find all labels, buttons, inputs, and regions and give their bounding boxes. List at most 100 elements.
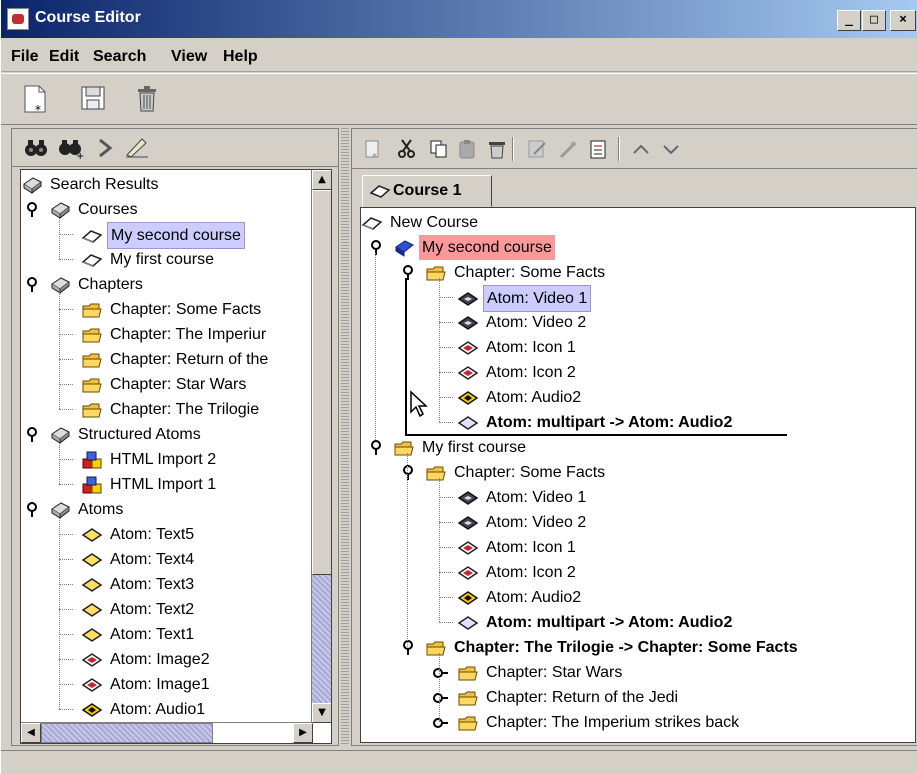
atom-item[interactable]: Atom: Icon 2 xyxy=(457,560,579,585)
filter-icon[interactable] xyxy=(124,135,150,159)
left-tree-item[interactable]: Atom: Audio1 xyxy=(81,697,208,722)
save-icon[interactable] xyxy=(79,84,107,114)
chapter-link-trilogie[interactable]: Chapter: The Trilogie -> Chapter: Some F… xyxy=(425,635,801,660)
left-tree-item[interactable]: Chapter: The Trilogie xyxy=(81,397,262,422)
group-atoms[interactable]: Atoms xyxy=(49,497,126,522)
left-tree-item[interactable]: Atom: Text3 xyxy=(81,572,197,597)
chapter-some-facts[interactable]: Chapter: Some Facts xyxy=(425,460,608,485)
expand-toggle-icon[interactable] xyxy=(401,640,415,656)
left-tree-item[interactable]: Chapter: The Imperiur xyxy=(81,322,269,347)
scroll-left-arrow[interactable]: ◀ xyxy=(21,723,41,743)
sub-chapter-item[interactable]: Chapter: Return of the Jedi xyxy=(457,685,681,710)
edit-icon[interactable] xyxy=(526,138,548,160)
sub-chapter-item[interactable]: Chapter: Star Wars xyxy=(457,660,625,685)
trash-icon[interactable] xyxy=(133,84,161,114)
left-tree-item[interactable]: HTML Import 2 xyxy=(81,447,219,472)
binoculars-plus-icon[interactable]: + xyxy=(58,137,84,159)
course-tree: New Course My second course Chapter: Some … xyxy=(360,207,916,743)
move-up-icon[interactable] xyxy=(630,138,652,160)
expand-toggle-icon[interactable] xyxy=(25,202,39,218)
close-button[interactable]: × xyxy=(890,10,916,31)
expand-toggle-icon[interactable] xyxy=(369,240,383,256)
atom-multipart[interactable]: Atom: multipart -> Atom: Audio2 xyxy=(457,410,735,435)
tree-root-new-course[interactable]: New Course xyxy=(361,210,481,235)
expand-toggle-icon[interactable] xyxy=(433,716,449,730)
expand-toggle-icon[interactable] xyxy=(25,277,39,293)
atom-multipart-label: Atom: multipart -> Atom: Audio2 xyxy=(486,414,733,431)
atom-item[interactable]: Atom: Icon 1 xyxy=(457,335,579,360)
binoculars-icon[interactable] xyxy=(24,137,48,159)
title-bar[interactable]: Course Editor _ □ × xyxy=(1,0,917,38)
move-down-icon[interactable] xyxy=(660,138,682,160)
left-tree-item[interactable]: HTML Import 1 xyxy=(81,472,219,497)
left-tree-item-label: Chapter: Some Facts xyxy=(110,301,262,318)
course-icon xyxy=(369,184,391,198)
atom-item[interactable]: Atom: Audio2 xyxy=(457,385,584,410)
left-tree-item[interactable]: Chapter: Return of the xyxy=(81,347,271,372)
atom-item[interactable]: Atom: Video 2 xyxy=(457,310,589,335)
properties-icon[interactable] xyxy=(588,138,610,160)
menu-search[interactable]: Search xyxy=(93,48,146,66)
cut-icon[interactable] xyxy=(396,138,418,160)
atom-item-label: Atom: Video 1 xyxy=(483,285,592,312)
atom-multipart[interactable]: Atom: multipart -> Atom: Audio2 xyxy=(457,610,735,635)
expand-toggle-icon[interactable] xyxy=(25,427,39,443)
atom-item-label: Atom: Audio2 xyxy=(486,389,582,406)
atom-item[interactable]: Atom: Video 1 xyxy=(457,485,589,510)
atom-item[interactable]: Atom: Video 1 xyxy=(457,285,592,312)
expand-toggle-icon[interactable] xyxy=(401,265,415,281)
atom-item[interactable]: Atom: Icon 2 xyxy=(457,360,579,385)
menu-view[interactable]: View xyxy=(171,48,207,66)
wizard-icon[interactable]: * xyxy=(558,138,580,160)
scroll-thumb[interactable] xyxy=(312,190,331,575)
course-my-first-course[interactable]: My first course xyxy=(393,435,529,460)
atom-item[interactable]: Atom: Video 2 xyxy=(457,510,589,535)
copy-icon[interactable] xyxy=(428,138,450,160)
expand-toggle-icon[interactable] xyxy=(433,691,449,705)
left-tree-item[interactable]: Atom: Text4 xyxy=(81,547,197,572)
maximize-button[interactable]: □ xyxy=(862,10,886,31)
course-my-second-course[interactable]: My second course xyxy=(393,235,555,260)
left-tree-item[interactable]: Atom: Image2 xyxy=(81,647,213,672)
left-tree-item[interactable]: Atom: Image1 xyxy=(81,672,213,697)
left-tree-item[interactable]: Atom: Text1 xyxy=(81,622,197,647)
left-tree-item[interactable]: My first course xyxy=(81,247,217,272)
left-tree-item[interactable]: Chapter: Star Wars xyxy=(81,372,249,397)
expand-toggle-icon[interactable] xyxy=(433,666,449,680)
new-document-icon[interactable]: * xyxy=(21,84,49,116)
expand-toggle-icon[interactable] xyxy=(401,465,415,481)
menu-help[interactable]: Help xyxy=(223,48,258,66)
group-courses[interactable]: Courses xyxy=(49,197,141,222)
forward-icon[interactable] xyxy=(96,137,116,159)
group-structured-atoms[interactable]: Structured Atoms xyxy=(49,422,204,447)
left-tree-item[interactable]: My second course xyxy=(81,222,245,249)
h-scroll-thumb[interactable] xyxy=(41,723,213,743)
atom-item[interactable]: Atom: Icon 1 xyxy=(457,535,579,560)
svg-text:*: * xyxy=(570,139,576,153)
delete-icon[interactable] xyxy=(486,138,508,160)
group-chapters[interactable]: Chapters xyxy=(49,272,146,297)
left-tree-item[interactable]: Atom: Text5 xyxy=(81,522,197,547)
pane-splitter[interactable] xyxy=(341,128,349,746)
new-icon[interactable]: * xyxy=(362,138,384,160)
left-tree-item[interactable]: Chapter: Some Facts xyxy=(81,297,264,322)
menu-file[interactable]: File xyxy=(11,48,39,66)
paste-icon[interactable] xyxy=(456,138,478,160)
scroll-down-arrow[interactable]: ▼ xyxy=(312,703,331,723)
tree-connector xyxy=(59,259,73,260)
atom-item[interactable]: Atom: Audio2 xyxy=(457,585,584,610)
expand-toggle-icon[interactable] xyxy=(25,502,39,518)
left-horizontal-scrollbar[interactable]: ◀ ▶ xyxy=(21,722,313,743)
tree-connector xyxy=(439,397,453,398)
scroll-up-arrow[interactable]: ▲ xyxy=(312,170,331,190)
left-tree-item[interactable]: Atom: Text2 xyxy=(81,597,197,622)
tree-root-search-results[interactable]: Search Results xyxy=(21,172,162,197)
menu-edit[interactable]: Edit xyxy=(49,48,79,66)
tab-course-1[interactable]: Course 1 xyxy=(362,175,492,207)
left-vertical-scrollbar[interactable]: ▲ ▼ xyxy=(311,170,331,723)
chapter-some-facts[interactable]: Chapter: Some Facts xyxy=(425,260,608,285)
minimize-button[interactable]: _ xyxy=(837,10,861,31)
scroll-right-arrow[interactable]: ▶ xyxy=(293,723,313,743)
sub-chapter-item[interactable]: Chapter: The Imperium strikes back xyxy=(457,710,742,735)
expand-toggle-icon[interactable] xyxy=(369,440,383,456)
